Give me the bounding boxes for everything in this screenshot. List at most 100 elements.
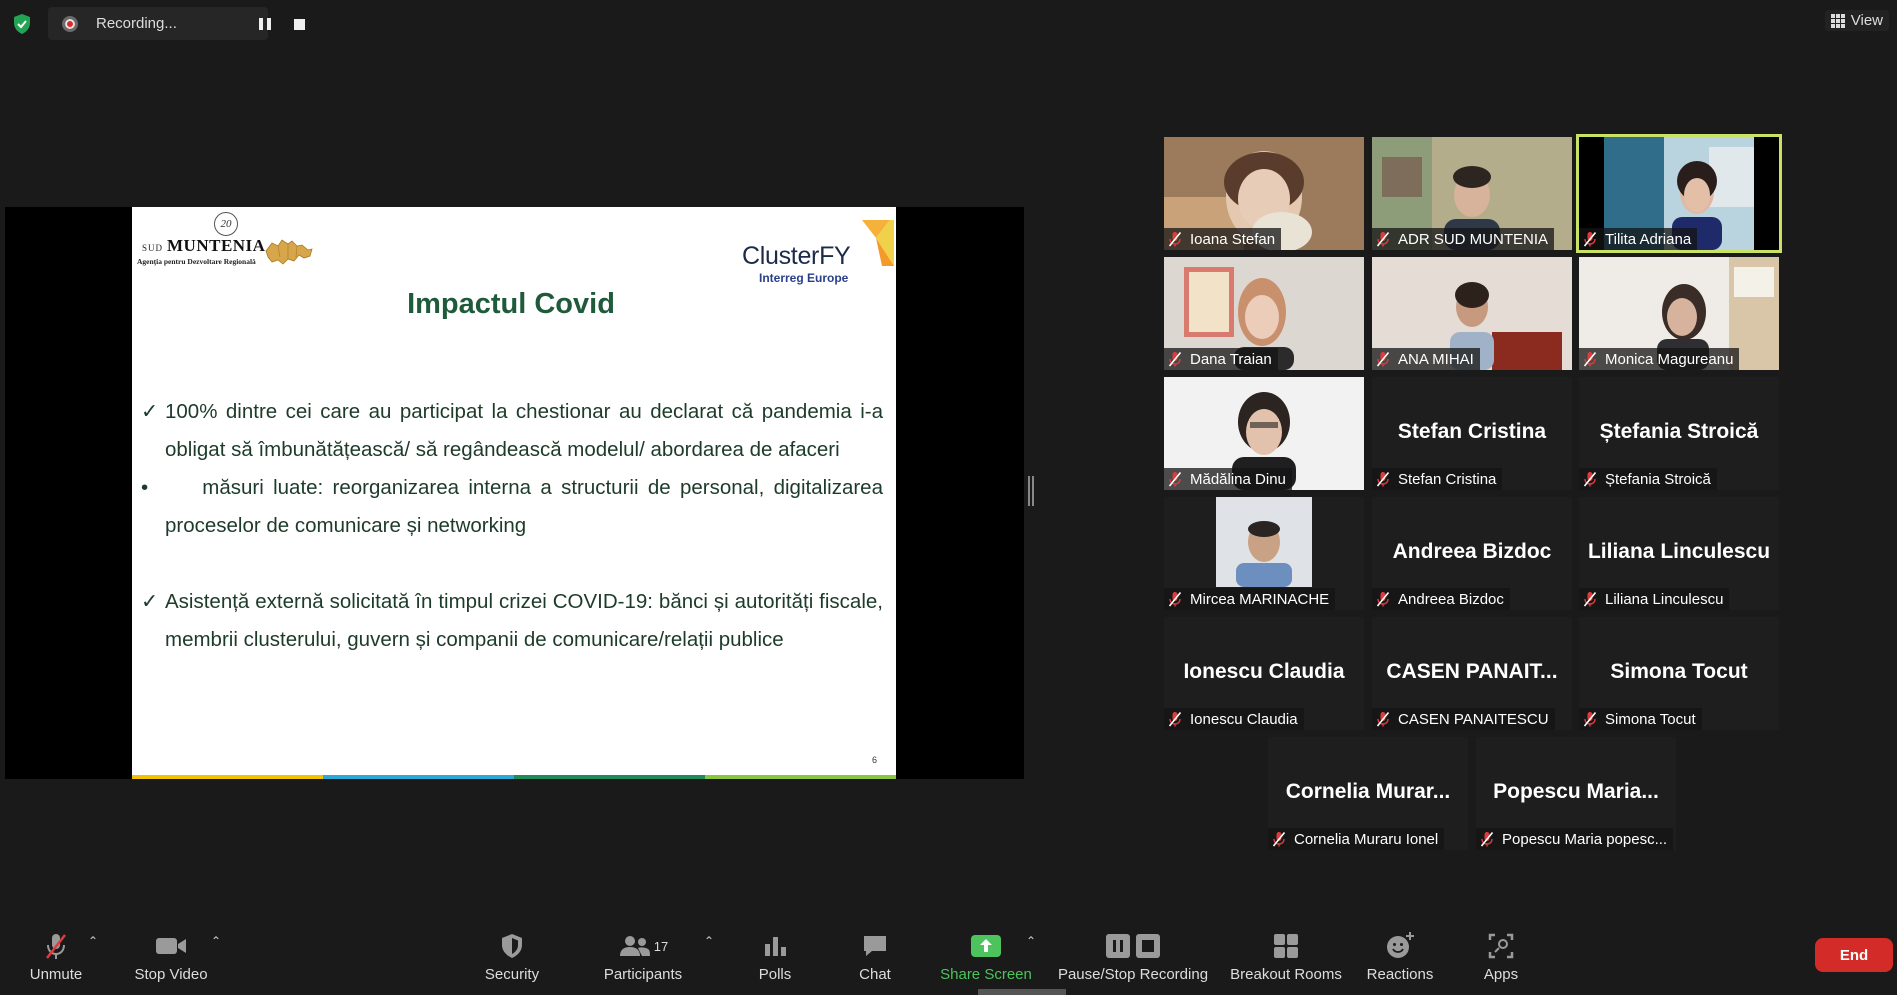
participant-name-label: Mădălina Dinu [1164, 468, 1292, 490]
video-options-chevron-icon[interactable]: ⌃ [211, 934, 221, 948]
sud-muntenia-logo: 20 SUD MUNTENIA Agenţia pentru Dezvoltar… [136, 211, 316, 269]
participants-icon [619, 936, 650, 956]
slide-body: ✓ 100% dintre cei care au participat la … [141, 393, 883, 659]
muted-mic-icon [1583, 351, 1597, 367]
participants-button[interactable]: 17 Participants [602, 930, 684, 983]
stop-video-button[interactable]: Stop Video [132, 930, 210, 983]
muted-mic-icon [1168, 711, 1182, 727]
participant-tile[interactable]: Andreea Bizdoc Andreea Bizdoc [1372, 497, 1572, 610]
shared-screen[interactable]: 20 SUD MUNTENIA Agenţia pentru Dezvoltar… [5, 207, 1024, 779]
audio-options-chevron-icon[interactable]: ⌃ [88, 934, 98, 948]
presentation-slide: 20 SUD MUNTENIA Agenţia pentru Dezvoltar… [132, 207, 896, 779]
participant-display-name: Stefan Cristina [1397, 420, 1547, 443]
participant-display-name: Simona Tocut [1610, 660, 1748, 683]
participant-tile[interactable]: Ionescu Claudia Ionescu Claudia [1164, 617, 1364, 730]
polls-button[interactable]: Polls [755, 930, 795, 983]
apps-label: Apps [1483, 966, 1519, 983]
slide-page-number: 6 [872, 755, 878, 765]
slide-paragraph: • măsuri luate: reorganizarea interna a … [141, 469, 883, 545]
chat-label: Chat [859, 966, 891, 983]
participant-name-label: ADR SUD MUNTENIA [1372, 228, 1555, 250]
participants-options-chevron-icon[interactable]: ⌃ [704, 934, 714, 948]
participant-name: Simona Tocut [1605, 710, 1696, 728]
participant-name-label: Ștefania Stroică [1579, 468, 1717, 490]
slide-paragraph: ✓ Asistență externă solicitată în timpul… [141, 583, 883, 659]
paragraph-text: Asistență externă solicitată în timpul c… [165, 590, 883, 651]
participant-tile[interactable]: Ioana Stefan [1164, 137, 1364, 250]
stop-recording-icon[interactable] [294, 19, 305, 30]
participant-name: CASEN PANAITESCU [1398, 710, 1549, 728]
muted-mic-icon [1376, 711, 1390, 727]
breakout-rooms-button[interactable]: Breakout Rooms [1228, 930, 1344, 983]
video-camera-icon [156, 938, 186, 954]
logo-sud-text: SUD [142, 243, 164, 253]
participant-tile[interactable]: Stefan Cristina Stefan Cristina [1372, 377, 1572, 490]
checkmark-bullet: ✓ [141, 400, 159, 423]
participant-name-label: ANA MIHAI [1372, 348, 1480, 370]
participant-tile[interactable]: Ștefania Stroică Ștefania Stroică [1579, 377, 1779, 490]
muted-mic-icon [1480, 831, 1494, 847]
breakout-rooms-icon [1274, 934, 1298, 958]
participant-tile[interactable]: Mircea MARINACHE [1164, 497, 1364, 610]
muted-mic-icon [1376, 231, 1390, 247]
participant-name: Mircea MARINACHE [1190, 590, 1330, 608]
security-shield-icon [502, 934, 522, 958]
slide-paragraph: ✓ 100% dintre cei care au participat la … [141, 393, 883, 469]
panel-resize-handle[interactable] [1028, 476, 1034, 506]
unmute-button[interactable]: Unmute [22, 930, 90, 983]
grid-icon [1830, 13, 1845, 28]
pause-recording-icon[interactable] [259, 18, 273, 30]
participant-display-name: Cornelia Murar... [1285, 780, 1451, 803]
participant-display-name: Popescu Maria... [1493, 780, 1659, 803]
participant-tile[interactable]: Mădălina Dinu [1164, 377, 1364, 490]
muted-mic-icon [1376, 351, 1390, 367]
anniversary-badge: 20 [214, 212, 238, 236]
participant-tile[interactable]: CASEN PANAIT... CASEN PANAITESCU [1372, 617, 1572, 730]
muted-mic-icon [1583, 591, 1597, 607]
participant-name: Dana Traian [1190, 350, 1272, 368]
pause-stop-recording-button[interactable]: Pause/Stop Recording [1057, 930, 1209, 983]
participant-tile[interactable]: Monica Magureanu [1579, 257, 1779, 370]
participant-name: Cornelia Muraru Ionel [1294, 830, 1439, 848]
view-button[interactable]: View [1824, 10, 1889, 31]
end-meeting-button[interactable]: End [1815, 938, 1893, 972]
participant-tile[interactable]: Cornelia Murar... Cornelia Muraru Ionel [1268, 737, 1468, 850]
participant-display-name: Liliana Linculescu [1587, 540, 1771, 563]
muted-mic-icon [1168, 231, 1182, 247]
participant-name-label: Andreea Bizdoc [1372, 588, 1510, 610]
security-button[interactable]: Security [482, 930, 542, 983]
participant-tile[interactable]: Simona Tocut Simona Tocut [1579, 617, 1779, 730]
participant-display-name: Andreea Bizdoc [1392, 540, 1552, 563]
recording-label: Recording... [96, 15, 177, 32]
muted-mic-icon [1376, 471, 1390, 487]
participant-name-label: Cornelia Muraru Ionel [1268, 828, 1445, 850]
participant-tile[interactable]: Popescu Maria... Popescu Maria popesc... [1476, 737, 1676, 850]
participant-tile[interactable]: ANA MIHAI [1372, 257, 1572, 370]
participants-label: Participants [603, 966, 683, 983]
share-options-chevron-icon[interactable]: ⌃ [1026, 934, 1036, 948]
reactions-label: Reactions [1366, 966, 1434, 983]
encryption-shield-icon[interactable] [10, 12, 34, 36]
muted-mic-icon [1583, 711, 1597, 727]
reactions-smiley-icon [1387, 932, 1414, 958]
participant-tile[interactable]: Tilita Adriana [1576, 134, 1782, 253]
share-screen-button[interactable]: Share Screen [940, 930, 1032, 983]
logo-muntenia-text: MUNTENIA [167, 236, 266, 255]
participant-tile[interactable]: Dana Traian [1164, 257, 1364, 370]
participant-name: Popescu Maria popesc... [1502, 830, 1668, 848]
clusterfy-mark-icon [862, 220, 894, 266]
polls-label: Polls [758, 966, 792, 983]
participant-name-label: Tilita Adriana [1579, 228, 1698, 250]
participant-tile[interactable]: Liliana Linculescu Liliana Linculescu [1579, 497, 1779, 610]
polls-bar-icon [765, 937, 786, 956]
reactions-button[interactable]: Reactions [1364, 930, 1436, 983]
chat-button[interactable]: Chat [855, 930, 895, 983]
participant-tile[interactable]: ADR SUD MUNTENIA [1372, 137, 1572, 250]
muted-mic-icon [1168, 591, 1182, 607]
apps-button[interactable]: Apps [1481, 930, 1521, 983]
logo-agency-text: Agenţia pentru Dezvoltare Regională [137, 257, 256, 266]
participant-name: Stefan Cristina [1398, 470, 1497, 488]
participant-display-name: Ștefania Stroică [1599, 420, 1759, 443]
share-screen-arrow-icon [971, 935, 1001, 957]
interreg-text: Interreg Europe [759, 271, 849, 285]
